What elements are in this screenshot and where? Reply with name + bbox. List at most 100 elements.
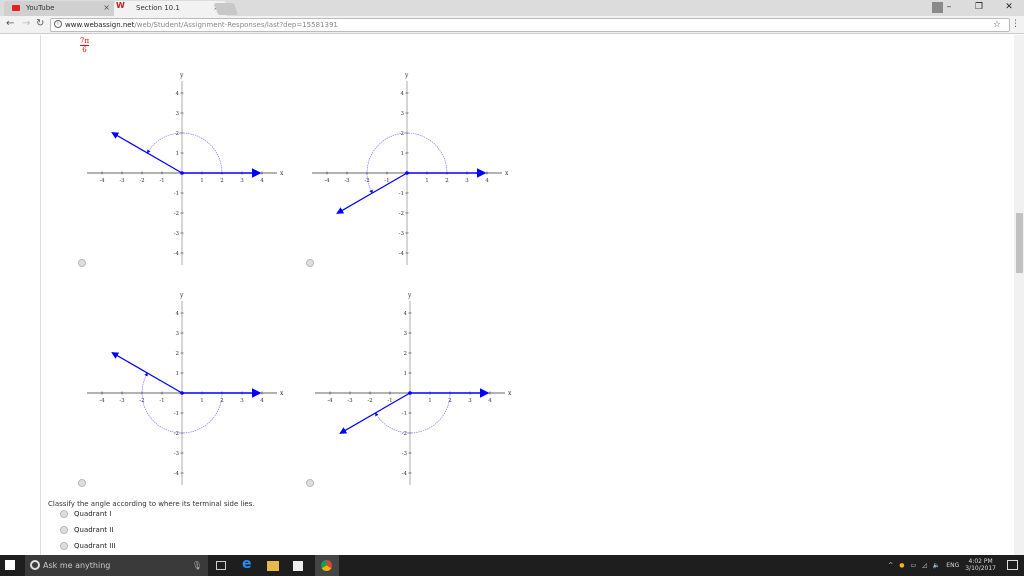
close-tab-button[interactable]: × [103,1,110,15]
vertex-point [408,391,412,395]
edge-icon[interactable]: e [242,556,254,572]
vertex-point [180,391,184,395]
scrollbar[interactable] [1014,35,1024,555]
tab-label: YouTube [26,4,55,12]
x-tick-label: -4 [99,178,105,184]
info-icon[interactable]: i [54,20,62,28]
back-arrow-icon[interactable]: ← [6,18,14,29]
url-path: /web/Student/Assignment-Responses/last?d… [134,21,338,29]
network-icon[interactable]: ◿ [922,562,927,569]
tab-youtube[interactable]: YouTube × [4,1,116,16]
x-tick-label: -3 [344,178,350,184]
close-window-button[interactable]: ✕ [994,0,1024,16]
x-tick-label: 3 [468,398,472,404]
x-tick-label: -4 [99,398,105,404]
new-tab-button[interactable] [213,3,239,15]
date: 3/10/2017 [965,565,996,572]
language-indicator[interactable]: ENG [946,562,959,569]
graph-option-radio-2[interactable] [306,259,314,267]
x-tick-label: -4 [324,178,330,184]
reload-icon[interactable]: ↻ [36,18,44,29]
y-tick-label: -1 [402,411,407,417]
maximize-button[interactable]: ❐ [964,0,994,16]
time: 4:02 PM [968,558,993,565]
angle-fraction: 7π 6 [80,37,90,54]
menu-icon[interactable]: ⋮ [1011,19,1020,29]
x-tick-label: 3 [465,178,469,184]
app-tray-icon[interactable]: ● [899,562,904,569]
notifications-icon[interactable] [1007,560,1018,570]
volume-icon[interactable]: 🔈 [933,562,940,569]
graph-option-radio-3[interactable] [78,479,86,487]
x-tick-label: -3 [347,398,353,404]
microphone-icon[interactable]: 🎙 [192,555,202,576]
y-tick-label: 3 [176,331,180,337]
graph-option-radio-4[interactable] [306,479,314,487]
clock[interactable]: 4:02 PM 3/10/2017 [965,558,996,572]
search-placeholder: Ask me anything [43,561,111,570]
angle-graph-2: xy-4-4-3-3-2-2-1-111223344 [312,72,509,265]
y-tick-label: -1 [174,191,179,197]
tray-expand-icon[interactable]: ^ [888,562,893,569]
option-quadrant-2[interactable]: Quadrant II [60,526,113,534]
y-tick-label: 1 [401,151,405,157]
graph-option-radio-1[interactable] [78,259,86,267]
store-icon[interactable] [293,561,303,571]
x-tick-label: 1 [428,398,432,404]
y-tick-label: 2 [176,131,180,137]
y-tick-label: -4 [174,251,180,257]
x-tick-label: 1 [200,398,204,404]
radio[interactable] [60,510,68,518]
x-tick-label: 2 [445,178,449,184]
y-axis-label: y [179,292,184,299]
x-tick-label: -3 [119,398,125,404]
youtube-icon [12,5,20,11]
y-tick-label: 1 [176,151,180,157]
x-tick-label: -1 [159,398,164,404]
x-tick-label: 1 [200,178,204,184]
option-quadrant-3[interactable]: Quadrant III [60,542,115,550]
option-quadrant-1[interactable]: Quadrant I [60,510,111,518]
task-view-icon[interactable] [216,561,226,570]
tab-section[interactable]: Section 10.1× [114,1,226,16]
x-tick-label: 3 [240,178,244,184]
tab-bar: YouTube × Section 10.1× W –❐✕ [0,0,1024,16]
radio[interactable] [60,526,68,534]
y-tick-label: 2 [404,351,408,357]
y-tick-label: -1 [399,191,404,197]
y-tick-label: 2 [176,351,180,357]
angle-arc [147,132,223,174]
scrollbar-thumb[interactable] [1016,213,1023,273]
x-tick-label: 4 [488,398,492,404]
y-tick-label: -3 [174,451,180,457]
option-label: Quadrant III [74,542,116,550]
chrome-taskbar-button[interactable] [315,555,339,576]
option-label: Quadrant I [74,510,112,518]
chrome-icon [321,560,332,571]
x-tick-label: -2 [364,178,369,184]
file-explorer-icon[interactable] [267,561,279,571]
y-tick-label: 2 [401,131,405,137]
webassign-icon: W [116,1,125,10]
y-tick-label: -2 [399,211,404,217]
angle-graph-1: xy-4-4-3-3-2-2-1-111223344 [87,72,284,265]
windows-start-icon[interactable] [5,560,15,570]
x-tick-label: -2 [139,178,144,184]
y-tick-label: 4 [401,91,405,97]
radio[interactable] [60,542,68,550]
minimize-button[interactable]: – [934,0,964,16]
vertex-point [405,171,409,175]
address-bar[interactable]: i www.webassign.net/web/Student/Assignmen… [50,18,1010,32]
y-tick-label: -4 [399,251,405,257]
classify-prompt: Classify the angle according to where it… [48,500,255,508]
cortana-search-box[interactable]: Ask me anything 🎙 [25,555,208,576]
fraction-numerator: 7π [80,37,90,46]
x-tick-label: 4 [485,178,489,184]
option-label: Quadrant II [74,526,114,534]
x-tick-label: 4 [260,398,264,404]
bookmark-star-icon[interactable]: ☆ [993,19,1001,31]
battery-icon[interactable]: ▭ [911,562,917,569]
forward-arrow-icon[interactable]: → [22,18,30,29]
taskbar: Ask me anything 🎙 e ^ ● ▭ ◿ 🔈 ENG 4:02 PM… [0,555,1024,576]
x-tick-label: 1 [425,178,429,184]
